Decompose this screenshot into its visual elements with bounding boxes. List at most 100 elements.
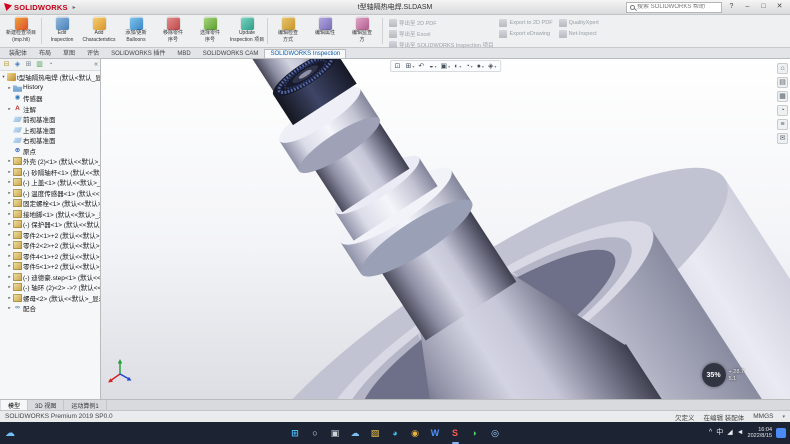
- configurationmanager-tab-icon[interactable]: ⊞: [24, 60, 33, 70]
- tree-item[interactable]: ▸ 外壳 (2)<1> (默认<<默认>_显示状: [0, 156, 100, 167]
- custom-properties-icon[interactable]: ≡: [777, 119, 788, 130]
- search-input[interactable]: [637, 4, 717, 10]
- weather-icon[interactable]: ☁: [5, 428, 15, 439]
- dimxpertmanager-tab-icon[interactable]: ▥: [35, 60, 44, 70]
- graphics-viewport[interactable]: ⊡ ⊞ ▾ ↶ ◒ ▾ ▣ ▾ ◐: [101, 59, 790, 399]
- tree-item[interactable]: ◉ 传感器: [0, 93, 100, 104]
- network-icon[interactable]: ◢: [727, 428, 732, 438]
- widgets-button[interactable]: ☁: [348, 426, 363, 441]
- expand-arrow-icon[interactable]: ▸: [7, 158, 12, 164]
- solidworks-taskbar-icon[interactable]: S: [448, 426, 463, 441]
- tree-item[interactable]: ▸ 零件5<1>+2 (默认<<默认>_显示: [0, 261, 100, 272]
- view-orientation-icon[interactable]: ▣ ▾: [440, 61, 452, 71]
- new-inspection-project-button[interactable]: 新建检查项目 (imp.hli): [3, 16, 39, 46]
- appearance-icon[interactable]: ● ▾: [476, 61, 485, 71]
- commandmanager-tab[interactable]: 评估: [81, 46, 105, 58]
- tree-item[interactable]: ▸ 零件2<2>+2 (默认<<默认>_显示: [0, 240, 100, 251]
- tree-item[interactable]: ▸ 接地脚<1> (默认<<默认>_显示状: [0, 209, 100, 220]
- solidworks-logo[interactable]: SOLIDWORKS ▸: [4, 3, 76, 12]
- expand-arrow-icon[interactable]: ▾: [1, 74, 6, 80]
- zoom-fit-icon[interactable]: ⊡: [394, 61, 403, 71]
- commandmanager-tab[interactable]: MBD: [171, 49, 196, 58]
- design-library-icon[interactable]: ▤: [777, 77, 788, 88]
- expand-arrow-icon[interactable]: ▸: [7, 253, 12, 259]
- commandmanager-tab[interactable]: 装配体: [3, 46, 33, 58]
- expand-arrow-icon[interactable]: ▸: [7, 85, 12, 91]
- expand-arrow-icon[interactable]: ▸: [7, 190, 12, 196]
- display-style-icon[interactable]: ◐ ▾: [453, 61, 462, 71]
- expand-arrow-icon[interactable]: ▸: [7, 232, 12, 238]
- hide-show-icon[interactable]: ◔ ▾: [464, 61, 473, 71]
- tree-item[interactable]: ▸ (-) 上盖<1> (默认<<默认>_显示状: [0, 177, 100, 188]
- export-menu-item[interactable]: 导出至 2D PDF: [389, 19, 493, 27]
- expand-arrow-icon[interactable]: ▸: [7, 274, 12, 280]
- minimize-button[interactable]: –: [741, 1, 754, 13]
- file-explorer-taskbar-icon[interactable]: ▨: [368, 426, 383, 441]
- commandmanager-tab[interactable]: 草图: [57, 46, 81, 58]
- view-tab[interactable]: 运动算例1: [64, 400, 106, 410]
- file-explorer-icon[interactable]: ▦: [777, 91, 788, 102]
- close-button[interactable]: ✕: [773, 1, 786, 13]
- export-menu-item[interactable]: Net-Inspect: [559, 30, 599, 38]
- task-view-button[interactable]: ▣: [328, 426, 343, 441]
- commandmanager-tab[interactable]: SOLIDWORKS Inspection: [264, 49, 346, 58]
- edge-icon[interactable]: ◕: [388, 426, 403, 441]
- maximize-button[interactable]: □: [757, 1, 770, 13]
- tree-item[interactable]: ⊕ 原点: [0, 146, 100, 157]
- tree-item[interactable]: 右视基准面: [0, 135, 100, 146]
- resources-icon[interactable]: ⌂: [777, 63, 788, 74]
- expand-arrow-icon[interactable]: ▸: [7, 305, 12, 311]
- commandmanager-tab[interactable]: SOLIDWORKS 插件: [105, 46, 171, 58]
- tree-item[interactable]: ▸ 固定螺栓<1> (默认<<默认>_显示: [0, 198, 100, 209]
- word-icon[interactable]: W: [428, 426, 443, 441]
- tree-item[interactable]: ▸ (-) 砂隔轴杆<1> (默认<<默认>_显: [0, 167, 100, 178]
- expand-arrow-icon[interactable]: ▸: [7, 295, 12, 301]
- propertymanager-tab-icon[interactable]: ◈: [13, 60, 22, 70]
- expand-arrow-icon[interactable]: ▸: [7, 200, 12, 206]
- volume-icon[interactable]: ◄: [737, 428, 744, 438]
- commandmanager-tab[interactable]: 布局: [33, 46, 57, 58]
- tree-item[interactable]: ▸ 零件2<1>+2 (默认<<默认>_显示状: [0, 230, 100, 241]
- start-button[interactable]: ⊞: [288, 426, 303, 441]
- tree-item[interactable]: 上视基准面: [0, 125, 100, 136]
- edit-properties-button[interactable]: 编辑属性: [307, 16, 343, 46]
- add-characteristics-button[interactable]: Add Characteristics: [81, 16, 117, 46]
- commandmanager-tab[interactable]: SOLIDWORKS CAM: [197, 49, 265, 58]
- export-menu-item[interactable]: Export to 2D PDF: [499, 19, 552, 27]
- export-menu-item[interactable]: Export eDrawing: [499, 30, 552, 38]
- panel-collapse-icon[interactable]: «: [94, 60, 98, 70]
- expand-arrow-icon[interactable]: ▸: [7, 242, 12, 248]
- expand-arrow-icon[interactable]: ▸: [7, 211, 12, 217]
- taskbar-clock[interactable]: 16:04 2022/8/15: [748, 427, 772, 440]
- section-view-icon[interactable]: ◒ ▾: [428, 61, 437, 71]
- expand-arrow-icon[interactable]: ▸: [7, 169, 12, 175]
- ime-indicator[interactable]: 中: [716, 428, 723, 438]
- tree-item[interactable]: 前视基准面: [0, 114, 100, 125]
- expand-arrow-icon[interactable]: ▸: [7, 221, 12, 227]
- search-button[interactable]: ○: [308, 426, 323, 441]
- appearances-icon[interactable]: ◔: [777, 105, 788, 116]
- forum-icon[interactable]: ✉: [777, 133, 788, 144]
- tree-item[interactable]: ▸ 零件4<1>+2 (默认<<默认>_显示: [0, 251, 100, 262]
- scene-icon[interactable]: ◈ ▾: [487, 61, 497, 71]
- update-inspection-project-button[interactable]: Update Inspection 项目: [229, 16, 265, 46]
- 3d-model-shaft-assembly[interactable]: [101, 59, 790, 399]
- tree-item[interactable]: ▸ ∞ 配合: [0, 303, 100, 314]
- tree-item[interactable]: ▸ A 注解: [0, 104, 100, 115]
- tree-item[interactable]: ▸ (-) 轴环 (2)<2> ->? (默认<<默认>_显: [0, 282, 100, 293]
- tree-item[interactable]: ▸ History: [0, 83, 100, 94]
- tree-root-item[interactable]: ▾ t型轴隔热电焊 (默认<默认_显示状态-1>): [0, 72, 100, 83]
- help-button[interactable]: ?: [725, 1, 738, 13]
- view-tab[interactable]: 模型: [1, 400, 28, 410]
- help-search-box[interactable]: [626, 2, 722, 13]
- expand-arrow-icon[interactable]: ▸: [7, 284, 12, 290]
- edit-inspection-method-button[interactable]: 编辑检查 方式: [270, 16, 306, 46]
- expand-arrow-icon[interactable]: ▸: [7, 106, 12, 112]
- tree-item[interactable]: ▸ (-) 保护器<1> (默认<<默认>_显: [0, 219, 100, 230]
- expand-arrow-icon[interactable]: ▸: [7, 179, 12, 185]
- tree-item[interactable]: ▸ 螺母<2> (默认<<默认>_显示状: [0, 293, 100, 304]
- edit-audit-button[interactable]: 编辑监查 方: [344, 16, 380, 46]
- export-menu-item[interactable]: QualityXpert: [559, 19, 599, 27]
- wechat-icon[interactable]: ◗: [468, 426, 483, 441]
- menu-expand-icon[interactable]: ▸: [73, 4, 76, 11]
